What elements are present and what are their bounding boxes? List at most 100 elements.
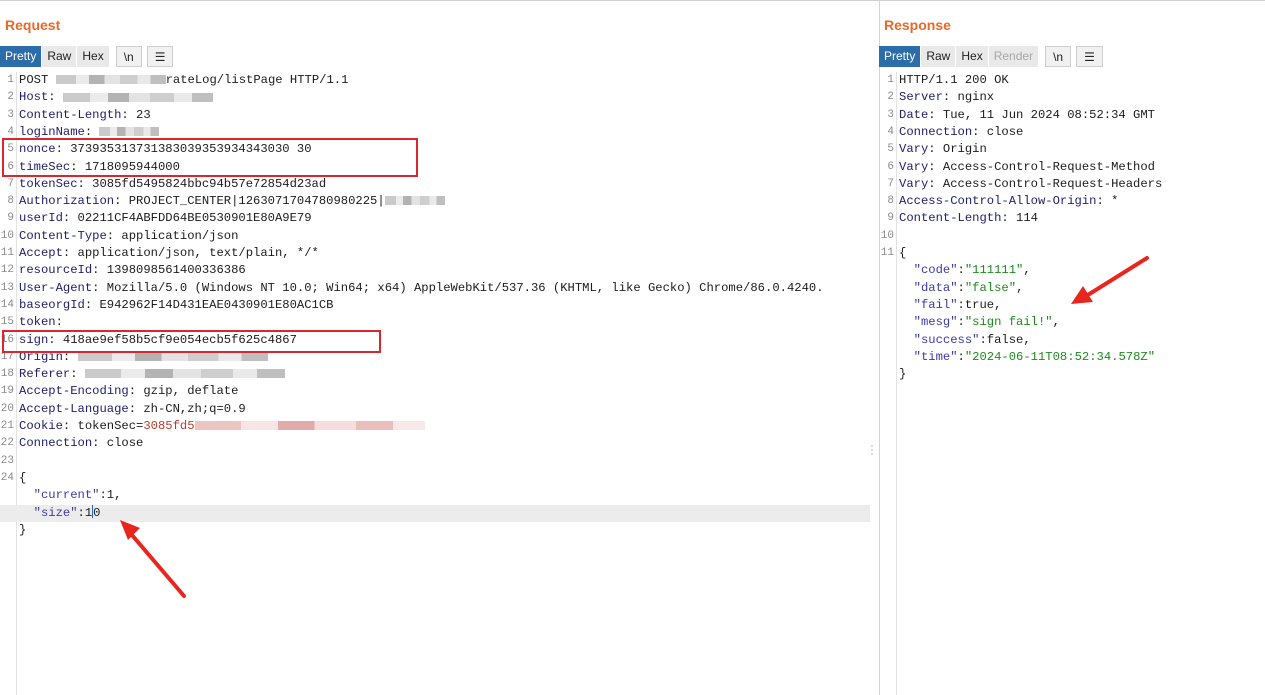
response-line-number: 3: [887, 108, 894, 121]
redacted-text: [384, 196, 445, 206]
request-line-number: 15: [0, 316, 14, 329]
response-line-number: 9: [887, 212, 894, 225]
request-line-text: tokenSec: 3085fd5495824bbc94b57e72854d23…: [19, 176, 327, 191]
request-line-text: "current":1,: [33, 488, 122, 503]
request-line-number: 13: [0, 281, 14, 294]
request-line-number: 14: [0, 298, 14, 311]
request-line-text: Accept-Encoding: gzip, deflate: [19, 384, 239, 399]
request-tab-raw[interactable]: Raw: [42, 46, 77, 67]
response-tab-raw[interactable]: Raw: [921, 46, 956, 67]
response-line-text: Connection: close: [899, 124, 1024, 139]
request-line-text: Referer:: [19, 366, 285, 383]
request-line-number: 11: [0, 247, 14, 259]
response-line-text: Vary: Access-Control-Request-Method: [899, 159, 1155, 174]
response-line: 4 Connection: close: [880, 124, 1258, 141]
redacted-text: [62, 92, 213, 102]
request-line: 21 Cookie: tokenSec=3085fd5: [0, 418, 870, 435]
request-newline-toggle[interactable]: \n: [115, 46, 142, 67]
request-line-number: 10: [0, 229, 14, 242]
highlight-box-sign: [2, 330, 381, 353]
response-editor[interactable]: 1 HTTP/1.1 200 OK 2 Server: nginx 3 Date: Tue…: [880, 72, 1265, 695]
request-line: 3 Content-Length: 23: [0, 107, 870, 124]
response-line-number: 1: [887, 74, 894, 86]
request-line-number: 19: [0, 385, 14, 398]
response-line: 3 Date: Tue, 11 Jun 2024 08:52:34 GMT: [880, 107, 1258, 124]
response-tab-hex[interactable]: Hex: [956, 46, 988, 67]
annotation-arrow-response: [1071, 256, 1149, 304]
request-line-number: 1: [7, 74, 14, 86]
response-line-text: }: [899, 367, 907, 382]
request-line-text: Authorization: PROJECT_CENTER|1263071704…: [19, 193, 445, 210]
response-line-text: {: [899, 246, 907, 260]
response-line: 1 HTTP/1.1 200 OK: [880, 72, 1258, 89]
response-line: "success":false,: [880, 332, 1258, 349]
hamburger-menu-icon: ☰: [154, 50, 166, 64]
request-line-number: 12: [0, 264, 14, 277]
response-line-number: 4: [887, 125, 894, 138]
redacted-text: [84, 369, 285, 379]
request-line-number: 24: [0, 471, 14, 484]
response-line-text: Content-Length: 114: [899, 211, 1038, 226]
request-line: 22 Connection: close: [0, 435, 870, 452]
response-line: 9 Content-Length: 114: [880, 210, 1258, 227]
request-menu-button[interactable]: ☰: [146, 46, 174, 67]
response-newline-toggle[interactable]: \n: [1045, 46, 1072, 67]
request-line: 14 baseorgId: E942962F14D431EAE0430901E80…: [0, 297, 870, 314]
request-line-number: 8: [7, 195, 14, 208]
redacted-text: [194, 421, 425, 431]
response-line-number: 5: [887, 143, 894, 156]
request-line-text: "size":10: [33, 505, 101, 520]
request-line: 8 Authorization: PROJECT_CENTER|126307170…: [0, 193, 870, 210]
response-line-number: 2: [887, 91, 894, 104]
response-panel: Response Pretty Raw Hex Render \n ☰ 1 HTT…: [879, 0, 1265, 695]
response-line: }: [880, 366, 1258, 383]
request-tab-hex[interactable]: Hex: [77, 46, 109, 67]
request-line-number: 20: [0, 402, 14, 415]
request-line: 20 Accept-Language: zh-CN,zh;q=0.9: [0, 401, 870, 418]
request-line-number: 23: [0, 454, 14, 467]
response-line-text: Vary: Access-Control-Request-Headers: [899, 176, 1163, 191]
response-line-number: 11: [880, 247, 894, 259]
response-line-text: Vary: Origin: [899, 142, 987, 157]
redacted-text: [99, 127, 160, 137]
response-line-text: "time":"2024-06-11T08:52:34.578Z": [913, 349, 1156, 364]
response-line: 2 Server: nginx: [880, 89, 1258, 106]
hamburger-menu-icon: ☰: [1084, 50, 1095, 64]
response-line-text: "data":"false",: [913, 280, 1024, 295]
response-tab-render[interactable]: Render: [988, 46, 1039, 67]
response-line: 8 Access-Control-Allow-Origin: *: [880, 193, 1258, 210]
panel-resize-handle[interactable]: · · ·: [870, 439, 874, 459]
highlight-box-nonce-timesec: [2, 138, 418, 177]
response-line: "time":"2024-06-11T08:52:34.578Z": [880, 349, 1258, 366]
request-line-text: Accept-Language: zh-CN,zh;q=0.9: [19, 401, 246, 416]
request-line-text: POST rateLog/listPage HTTP/1.1: [19, 73, 349, 87]
request-line: 11 Accept: application/json, text/plain, …: [0, 245, 870, 262]
response-tab-pretty[interactable]: Pretty: [879, 46, 921, 67]
request-line: 12 resourceId: 1398098561400336386: [0, 262, 870, 279]
request-line: 13 User-Agent: Mozilla/5.0 (Windows NT 10…: [0, 280, 870, 297]
request-line-number: 3: [7, 108, 14, 121]
response-line-number: 6: [887, 160, 894, 173]
request-line: 19 Accept-Encoding: gzip, deflate: [0, 383, 870, 400]
response-menu-button[interactable]: ☰: [1076, 46, 1103, 67]
response-line-number: 8: [887, 195, 894, 208]
request-line: 23: [0, 453, 870, 470]
response-line-number: 7: [887, 177, 894, 190]
text-caret: [92, 505, 94, 519]
response-line-text: HTTP/1.1 200 OK: [899, 73, 1009, 87]
request-line: 18 Referer:: [0, 366, 870, 383]
request-line-number: 21: [0, 420, 14, 432]
response-line: "mesg":"sign fail!",: [880, 314, 1258, 331]
response-view-tabs: Pretty Raw Hex Render \n ☰: [879, 46, 1104, 67]
annotation-arrow-request: [120, 520, 186, 598]
response-line: 5 Vary: Origin: [880, 141, 1258, 158]
request-view-tabs: Pretty Raw Hex \n ☰: [0, 46, 174, 67]
request-line-text: }: [19, 522, 27, 537]
request-tab-pretty[interactable]: Pretty: [0, 46, 42, 67]
response-line-number: 10: [880, 229, 894, 242]
response-line: 7 Vary: Access-Control-Request-Headers: [880, 176, 1258, 193]
request-line: 15 token:: [0, 314, 870, 331]
response-line-text: "fail":true,: [913, 297, 1002, 312]
request-line-number: 2: [7, 91, 14, 104]
request-title: Request: [5, 17, 61, 33]
